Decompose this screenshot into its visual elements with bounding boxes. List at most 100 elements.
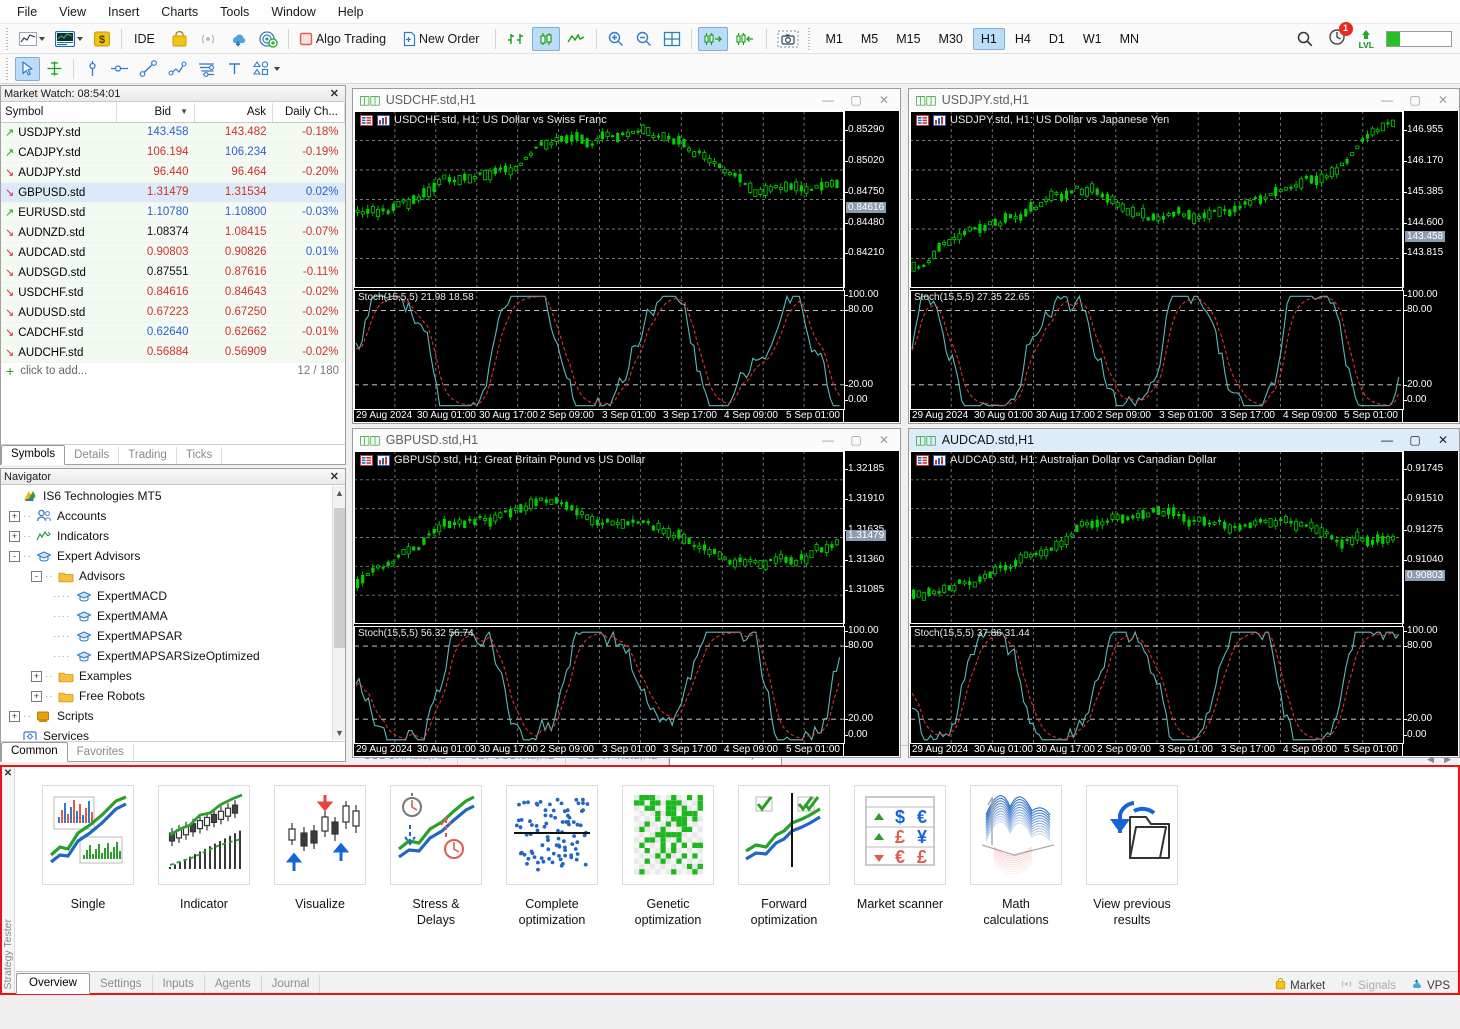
add-symbol-row[interactable]: + click to add... 12 / 180 [1, 363, 345, 379]
chart-window-usdchf[interactable]: ◫◫ USDCHF.std,H1— ▢ ✕ USDCHF.std, H1: US Dol… [352, 88, 901, 424]
market-watch-row[interactable]: ↘ AUDCHF.std 0.56884 0.56909 -0.02% [1, 342, 345, 363]
zoom-in-icon[interactable] [603, 27, 629, 51]
column-header-dailych[interactable]: Daily Ch... [272, 103, 345, 123]
tester-tab-inputs[interactable]: Inputs [153, 975, 205, 993]
timeframe-mn[interactable]: MN [1112, 28, 1147, 50]
candlestick-chart-icon[interactable] [532, 26, 561, 51]
tester-tile-genetic-optimization[interactable]: Genetic optimization [610, 785, 726, 928]
timeframe-m1[interactable]: M1 [817, 28, 850, 50]
tester-tab-journal[interactable]: Journal [262, 975, 321, 993]
market-watch-tab-symbols[interactable]: Symbols [1, 445, 66, 465]
chevron-down-icon[interactable] [77, 36, 83, 41]
notifications-icon[interactable]: 1 [1327, 22, 1353, 50]
tree-expander[interactable]: + [9, 510, 20, 522]
polyline-icon[interactable] [164, 57, 191, 81]
signals-icon[interactable] [194, 27, 222, 51]
market-watch-row[interactable]: ↘ AUDSGD.std 0.87551 0.87616 -0.11% [1, 262, 345, 283]
tester-tab-overview[interactable]: Overview [16, 973, 90, 994]
chart-canvas[interactable]: AUDCAD.std, H1: Australian Dollar vs Can… [910, 451, 1458, 756]
timeframe-m15[interactable]: M15 [888, 28, 928, 50]
new-order-button[interactable]: New Order [398, 27, 489, 51]
menu-item-window[interactable]: Window [260, 2, 326, 22]
navigator-item-free-robots[interactable]: + ·· Free Robots [1, 686, 345, 706]
market-watch-row[interactable]: ↘ USDCHF.std 0.84616 0.84643 -0.02% [1, 282, 345, 303]
maximize-icon[interactable]: ▢ [842, 90, 870, 110]
price-axis[interactable]: 0.91745 0.91510 0.91275 0.91040 0.90803 100.0… [1402, 451, 1458, 756]
navigator-item-expertmacd[interactable]: ···· ExpertMACD [1, 586, 345, 606]
tester-tile-complete-optimization[interactable]: Complete optimization [494, 785, 610, 928]
market-watch-row[interactable]: ↘ AUDJPY.std 96.440 96.464 -0.20% [1, 162, 345, 183]
minimize-icon[interactable]: — [814, 90, 842, 110]
tree-expander[interactable]: - [9, 550, 20, 562]
close-icon[interactable]: ✕ [1429, 430, 1457, 450]
close-icon[interactable]: ✕ [2, 767, 14, 779]
chart-window-audcad[interactable]: ◫◫ AUDCAD.std,H1 — ▢ ✕ AUDCAD.std, H1: Austra… [908, 428, 1460, 758]
cloud-icon[interactable] [224, 27, 252, 51]
fibonacci-icon[interactable] [193, 57, 220, 81]
navigator-item-expertmapsarsizeoptimized[interactable]: ···· ExpertMAPSARSizeOptimized [1, 646, 345, 666]
market-watch-tab-details[interactable]: Details [65, 447, 120, 464]
zoom-out-icon[interactable] [631, 27, 657, 51]
tester-tile-view-previous-results[interactable]: View previous results [1074, 785, 1190, 928]
tree-expander[interactable]: + [9, 530, 20, 542]
tester-tile-single[interactable]: 0 Single [30, 785, 146, 912]
timeframe-d1[interactable]: D1 [1041, 28, 1073, 50]
algo-trading-button[interactable]: Algo Trading [295, 27, 396, 51]
vps-icon[interactable] [254, 27, 282, 51]
tester-tile-visualize[interactable]: Visualize [262, 785, 378, 912]
tile-windows-icon[interactable] [659, 27, 685, 51]
chart-window-titlebar[interactable]: ◫◫ USDCHF.std,H1 — ▢ ✕ [353, 89, 900, 111]
scrollbar-thumb[interactable] [334, 508, 345, 648]
tester-tile-forward-optimization[interactable]: Forward optimization [726, 785, 842, 928]
text-icon[interactable] [222, 57, 246, 81]
close-icon[interactable]: ✕ [327, 87, 342, 100]
horizontal-line-icon[interactable] [106, 57, 133, 81]
market-watch-tab-trading[interactable]: Trading [119, 447, 177, 464]
chevron-down-icon[interactable]: ▼ [333, 726, 346, 740]
chevron-down-icon[interactable] [274, 66, 280, 71]
chart-canvas[interactable]: GBPUSD.std, H1: Great Britain Pound vs U… [354, 451, 899, 756]
search-icon[interactable] [1292, 27, 1318, 51]
navigator-tab-favorites[interactable]: Favorites [68, 744, 134, 761]
menu-item-tools[interactable]: Tools [209, 2, 260, 22]
connection-gauge-icon[interactable] [1386, 30, 1452, 47]
chart-window-usdjpy[interactable]: ◫◫ USDJPY.std,H1 — ▢ ✕ USDJPY.std, H1: US Dol… [908, 88, 1460, 424]
crosshair-icon[interactable] [42, 57, 67, 81]
market-watch-row[interactable]: ↘ CADCHF.std 0.62640 0.62662 -0.01% [1, 322, 345, 343]
tree-expander[interactable]: + [9, 710, 20, 722]
ide-icon[interactable]: IDE [128, 27, 165, 51]
timeframe-m30[interactable]: M30 [931, 28, 971, 50]
chart-window-titlebar[interactable]: ◫◫ AUDCAD.std,H1 — ▢ ✕ [909, 429, 1459, 451]
cursor-icon[interactable] [15, 56, 40, 81]
chart-window-gbpusd[interactable]: ◫◫ GBPUSD.std,H1 — ▢ ✕ GBPUSD.std, H1: Great … [352, 428, 901, 758]
price-axis[interactable]: 146.955 146.170 145.385 144.600 143.815 143.4… [1402, 111, 1458, 422]
navigator-item-expertmama[interactable]: ···· ExpertMAMA [1, 606, 345, 626]
navigator-item-services[interactable]: Services [1, 726, 345, 740]
menu-item-insert[interactable]: Insert [97, 2, 150, 22]
toolbar-grip[interactable] [807, 27, 814, 50]
market-watch-row[interactable]: ↗ CADJPY.std 106.194 106.234 -0.19% [1, 142, 345, 163]
close-icon[interactable]: ✕ [1429, 90, 1457, 110]
navigator-item-examples[interactable]: + ·· Examples [1, 666, 345, 686]
dollar-icon[interactable]: $ [89, 27, 115, 51]
tester-tile-math-calculations[interactable]: Math calculations [958, 785, 1074, 928]
close-icon[interactable]: ✕ [870, 90, 898, 110]
market-watch-row[interactable]: ↘ AUDCAD.std 0.90803 0.90826 0.01% [1, 242, 345, 263]
tester-tile-market-scanner[interactable]: $ € £ ¥ € £ Market scanner [842, 785, 958, 912]
market-watch-row[interactable]: ↘ AUDUSD.std 0.67223 0.67250 -0.02% [1, 302, 345, 323]
navigator-item-is6-technologies-mt5[interactable]: IS6 Technologies MT5 [1, 486, 345, 506]
navigator-item-indicators[interactable]: + ·· Indicators [1, 526, 345, 546]
tree-expander[interactable]: + [31, 690, 42, 702]
toolbar-grip[interactable] [5, 27, 11, 50]
chart-canvas[interactable]: USDJPY.std, H1: US Dollar vs Japanese Ye… [910, 111, 1458, 422]
menu-item-file[interactable]: File [6, 2, 48, 22]
line-chart-dropdown-icon[interactable] [15, 27, 49, 51]
chart-window-titlebar[interactable]: ◫◫ GBPUSD.std,H1 — ▢ ✕ [353, 429, 900, 451]
price-axis[interactable]: 0.85290 0.85020 0.84750 0.84480 0.84210 0.846… [843, 111, 899, 422]
level-indicator[interactable]: LVL [1359, 29, 1374, 49]
toolbar-grip[interactable] [5, 57, 11, 80]
menu-item-help[interactable]: Help [327, 2, 375, 22]
minimize-icon[interactable]: — [1373, 430, 1401, 450]
column-header-symbol[interactable]: Symbol [1, 103, 117, 123]
timeframe-h4[interactable]: H4 [1007, 28, 1039, 50]
